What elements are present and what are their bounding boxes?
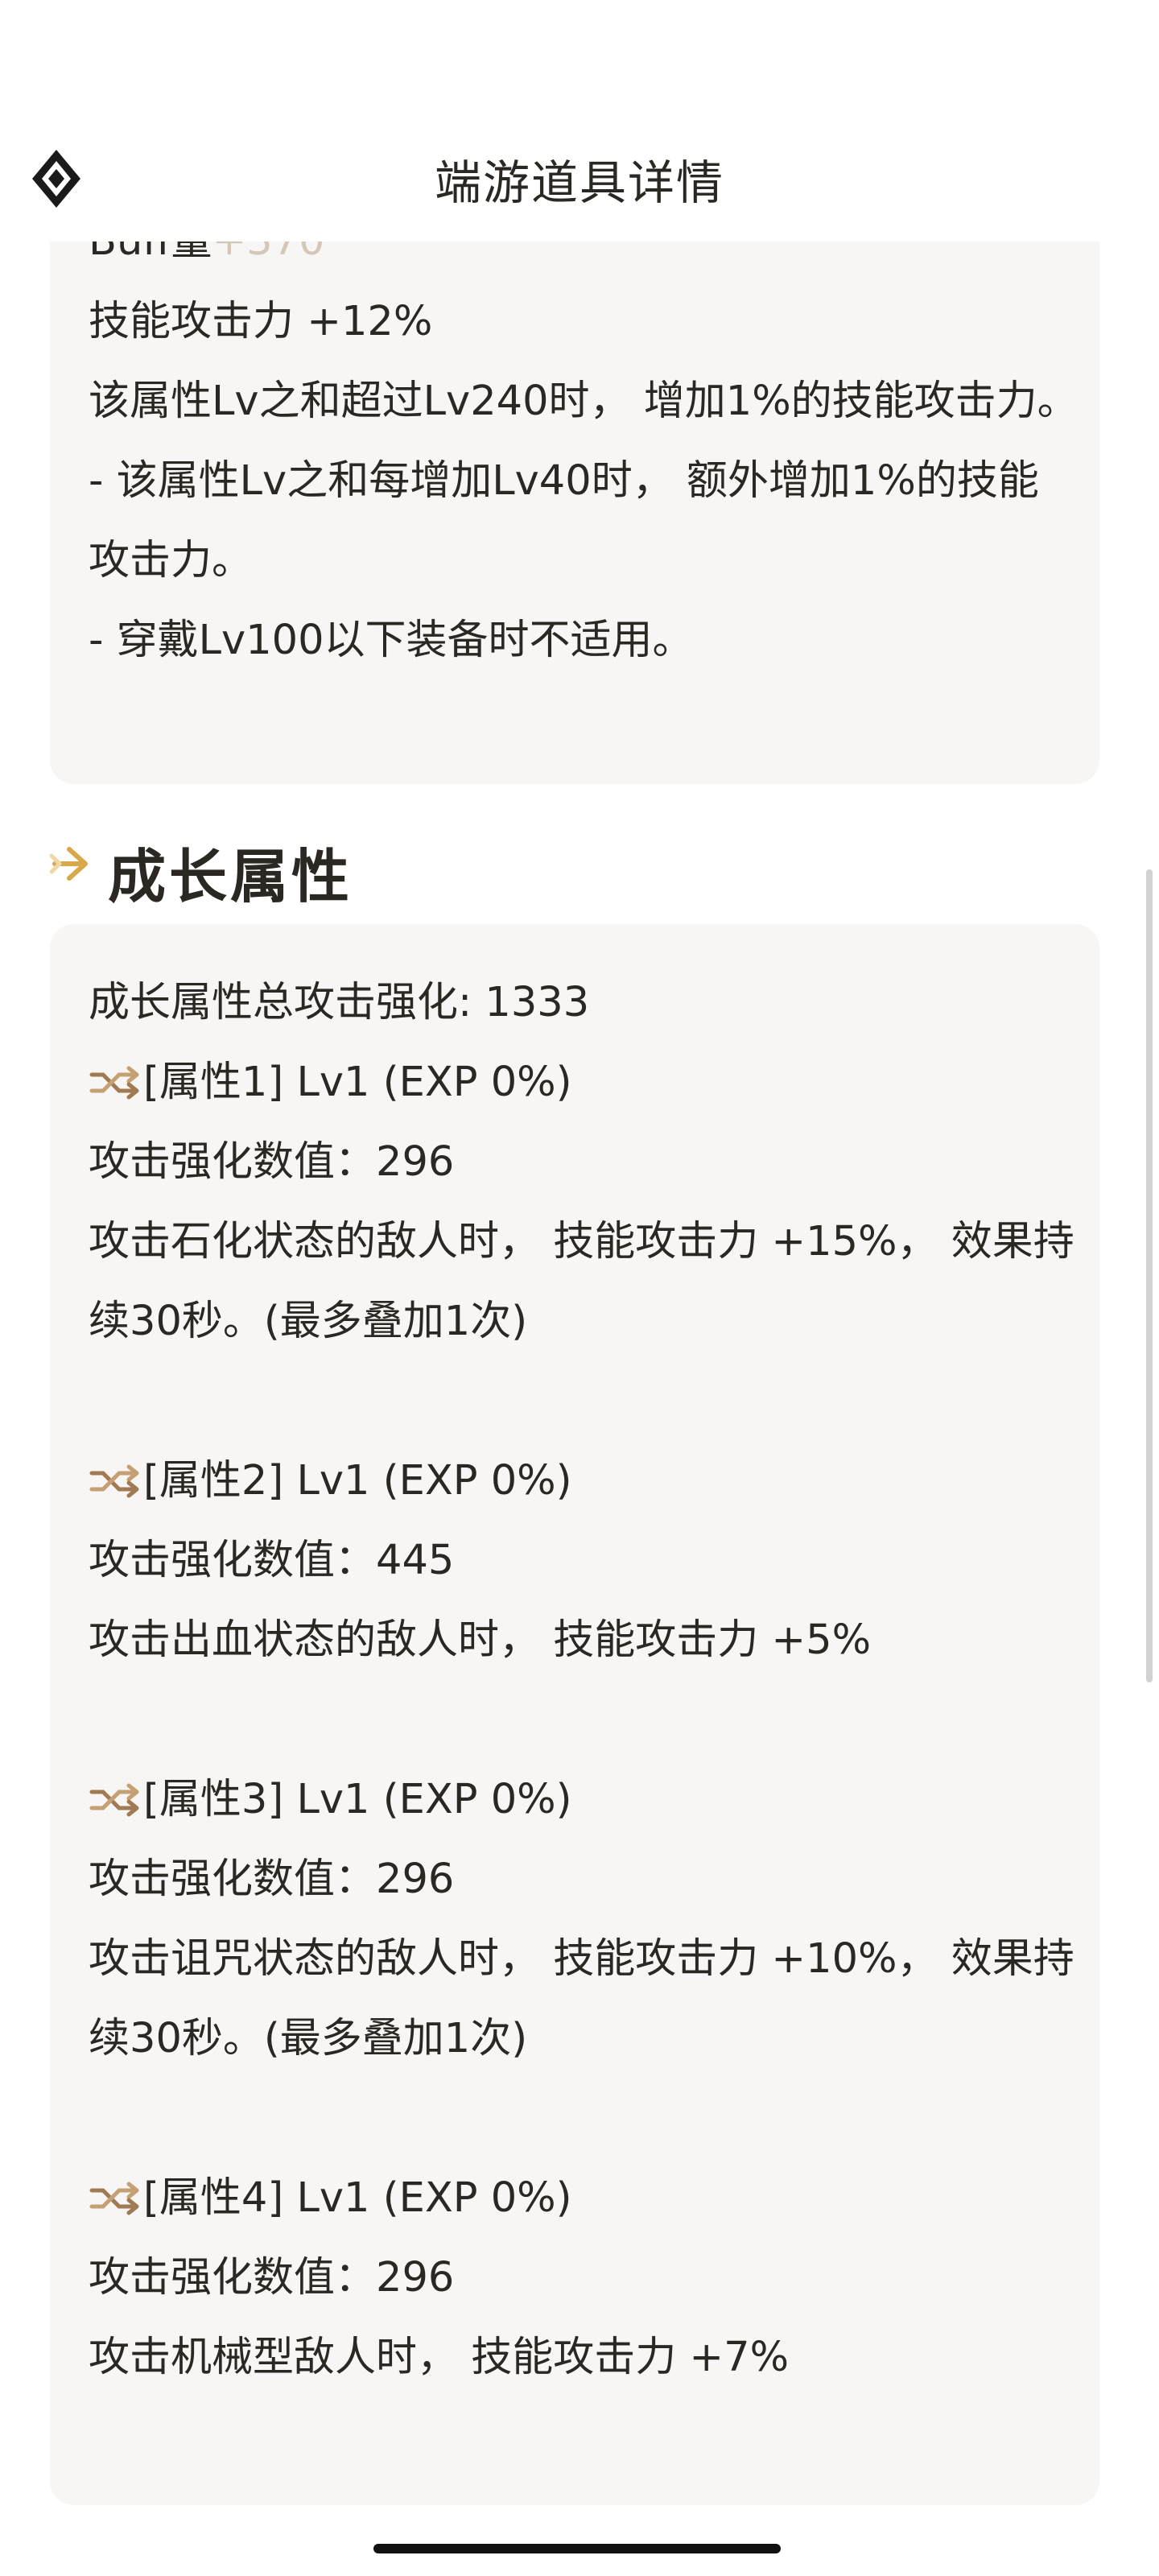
attribute-4-header: [属性4] Lv1 (EXP 0%) <box>89 2158 1079 2238</box>
page-title: 端游道具详情 <box>434 155 724 210</box>
effect-line: - 穿戴Lv100以下装备时不适用。 <box>89 617 694 664</box>
section-title: 成长属性 <box>108 843 353 910</box>
attribute-desc: 攻击出血状态的敌人时， 技能攻击力 +5% <box>89 1616 872 1664</box>
attribute-2-header: [属性2] Lv1 (EXP 0%) <box>89 1441 1079 1521</box>
attribute-head-text: [属性4] Lv1 (EXP 0%) <box>143 2174 572 2222</box>
attribute-desc: 攻击机械型敌人时， 技能攻击力 +7% <box>89 2334 790 2381</box>
home-indicator[interactable] <box>373 2544 781 2553</box>
shuffle-icon <box>89 1066 139 1099</box>
attribute-value: 攻击强化数值：296 <box>89 1138 455 1186</box>
attribute-value: 攻击强化数值：296 <box>89 2254 455 2301</box>
attribute-head-text: [属性2] Lv1 (EXP 0%) <box>143 1457 572 1505</box>
growth-total: 成长属性总攻击强化: 1333 <box>89 979 590 1026</box>
shuffle-icon <box>89 1783 139 1816</box>
effect-line: 该属性Lv之和超过Lv240时， 增加1%的技能攻击力。 <box>89 378 1079 425</box>
arrow-right-icon <box>50 847 88 881</box>
scrollbar[interactable] <box>1146 869 1153 1682</box>
item-effect-text: 技能攻击力 +12% 该属性Lv之和超过Lv240时， 增加1%的技能攻击力。 … <box>89 282 1079 680</box>
attribute-head-text: [属性3] Lv1 (EXP 0%) <box>143 1776 572 1823</box>
attribute-value: 攻击强化数值：296 <box>89 1856 455 1903</box>
attribute-1-header: [属性1] Lv1 (EXP 0%) <box>89 1042 1079 1122</box>
item-effect-card: Buff量+370 技能攻击力 +12% 该属性Lv之和超过Lv240时， 增加… <box>50 193 1099 784</box>
shuffle-icon <box>89 1464 139 1497</box>
growth-attributes-body: 成长属性总攻击强化: 1333 [属性1] Lv1 (EXP 0%) 攻击强化数… <box>89 963 1079 2397</box>
attribute-desc: 攻击石化状态的敌人时， 技能攻击力 +15%， 效果持续30秒。(最多叠加1次) <box>89 1218 1074 1345</box>
growth-attributes-card: 成长属性总攻击强化: 1333 [属性1] Lv1 (EXP 0%) 攻击强化数… <box>50 924 1099 2505</box>
top-navigation-bar: 端游道具详情 <box>0 0 1159 242</box>
attribute-value: 攻击强化数值：445 <box>89 1537 455 1584</box>
growth-section-header: 成长属性 <box>50 829 613 910</box>
attribute-desc: 攻击诅咒状态的敌人时， 技能攻击力 +10%， 效果持续30秒。(最多叠加1次) <box>89 1935 1074 2062</box>
shuffle-icon <box>89 2182 139 2215</box>
effect-line: - 该属性Lv之和每增加Lv40时， 额外增加1%的技能攻击力。 <box>89 457 1039 584</box>
effect-line: 技能攻击力 +12% <box>89 298 433 345</box>
attribute-3-header: [属性3] Lv1 (EXP 0%) <box>89 1760 1079 1839</box>
attribute-head-text: [属性1] Lv1 (EXP 0%) <box>143 1059 572 1106</box>
